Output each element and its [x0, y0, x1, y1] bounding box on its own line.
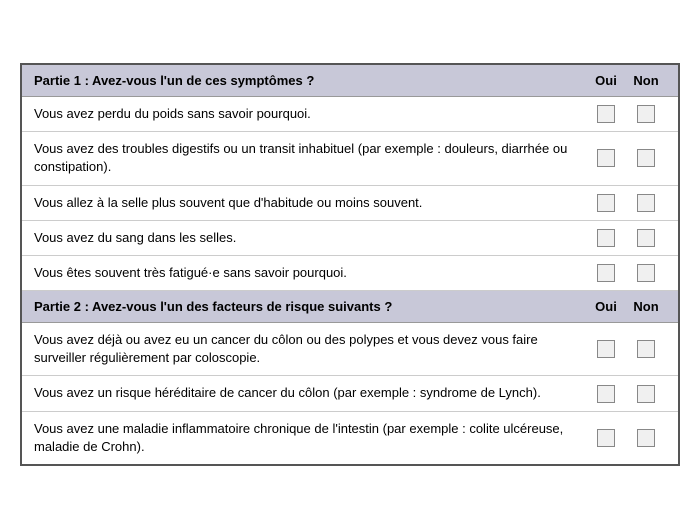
non-checkbox-q6[interactable]	[637, 340, 655, 358]
non-cell-q1	[628, 105, 664, 123]
non-cell-q5	[628, 264, 664, 282]
checkboxes-q2	[586, 149, 666, 167]
question-text-q4: Vous avez du sang dans les selles.	[34, 229, 586, 247]
oui-checkbox-q7[interactable]	[597, 385, 615, 403]
checkboxes-q8	[586, 429, 666, 447]
non-checkbox-q8[interactable]	[637, 429, 655, 447]
non-checkbox-q4[interactable]	[637, 229, 655, 247]
oui-cell-q4	[588, 229, 624, 247]
non-cell-q3	[628, 194, 664, 212]
question-text-q5: Vous êtes souvent très fatigué·e sans sa…	[34, 264, 586, 282]
oui-checkbox-q5[interactable]	[597, 264, 615, 282]
question-row-q3: Vous allez à la selle plus souvent que d…	[22, 186, 678, 221]
oui-checkbox-q4[interactable]	[597, 229, 615, 247]
section-header-partie1: Partie 1 : Avez-vous l'un de ces symptôm…	[22, 65, 678, 97]
oui-checkbox-q3[interactable]	[597, 194, 615, 212]
oui-cell-q2	[588, 149, 624, 167]
non-cell-q8	[628, 429, 664, 447]
oui-checkbox-q1[interactable]	[597, 105, 615, 123]
non-checkbox-q5[interactable]	[637, 264, 655, 282]
non-checkbox-q3[interactable]	[637, 194, 655, 212]
non-cell-q7	[628, 385, 664, 403]
oui-label-partie2: Oui	[588, 299, 624, 314]
checkboxes-q5	[586, 264, 666, 282]
section-title-partie1: Partie 1 : Avez-vous l'un de ces symptôm…	[34, 73, 586, 88]
question-text-q8: Vous avez une maladie inflammatoire chro…	[34, 420, 586, 456]
non-cell-q2	[628, 149, 664, 167]
question-row-q4: Vous avez du sang dans les selles.	[22, 221, 678, 256]
question-row-q6: Vous avez déjà ou avez eu un cancer du c…	[22, 323, 678, 376]
section-header-partie2: Partie 2 : Avez-vous l'un des facteurs d…	[22, 291, 678, 323]
oui-checkbox-q2[interactable]	[597, 149, 615, 167]
checkboxes-q6	[586, 340, 666, 358]
non-checkbox-q1[interactable]	[637, 105, 655, 123]
question-row-q2: Vous avez des troubles digestifs ou un t…	[22, 132, 678, 185]
non-checkbox-q2[interactable]	[637, 149, 655, 167]
header-labels-partie1: Oui Non	[586, 73, 666, 88]
oui-cell-q8	[588, 429, 624, 447]
non-cell-q4	[628, 229, 664, 247]
oui-cell-q5	[588, 264, 624, 282]
non-label-partie1: Non	[628, 73, 664, 88]
non-cell-q6	[628, 340, 664, 358]
question-row-q5: Vous êtes souvent très fatigué·e sans sa…	[22, 256, 678, 291]
question-text-q7: Vous avez un risque héréditaire de cance…	[34, 384, 586, 402]
question-text-q2: Vous avez des troubles digestifs ou un t…	[34, 140, 586, 176]
oui-checkbox-q8[interactable]	[597, 429, 615, 447]
question-row-q7: Vous avez un risque héréditaire de cance…	[22, 376, 678, 411]
questionnaire: Partie 1 : Avez-vous l'un de ces symptôm…	[20, 63, 680, 466]
question-row-q8: Vous avez une maladie inflammatoire chro…	[22, 412, 678, 464]
header-labels-partie2: Oui Non	[586, 299, 666, 314]
question-row-q1: Vous avez perdu du poids sans savoir pou…	[22, 97, 678, 132]
oui-cell-q3	[588, 194, 624, 212]
checkboxes-q1	[586, 105, 666, 123]
checkboxes-q7	[586, 385, 666, 403]
oui-checkbox-q6[interactable]	[597, 340, 615, 358]
oui-cell-q6	[588, 340, 624, 358]
checkboxes-q4	[586, 229, 666, 247]
non-checkbox-q7[interactable]	[637, 385, 655, 403]
non-label-partie2: Non	[628, 299, 664, 314]
question-text-q6: Vous avez déjà ou avez eu un cancer du c…	[34, 331, 586, 367]
checkboxes-q3	[586, 194, 666, 212]
oui-cell-q1	[588, 105, 624, 123]
question-text-q3: Vous allez à la selle plus souvent que d…	[34, 194, 586, 212]
section-title-partie2: Partie 2 : Avez-vous l'un des facteurs d…	[34, 299, 586, 314]
oui-label-partie1: Oui	[588, 73, 624, 88]
question-text-q1: Vous avez perdu du poids sans savoir pou…	[34, 105, 586, 123]
oui-cell-q7	[588, 385, 624, 403]
